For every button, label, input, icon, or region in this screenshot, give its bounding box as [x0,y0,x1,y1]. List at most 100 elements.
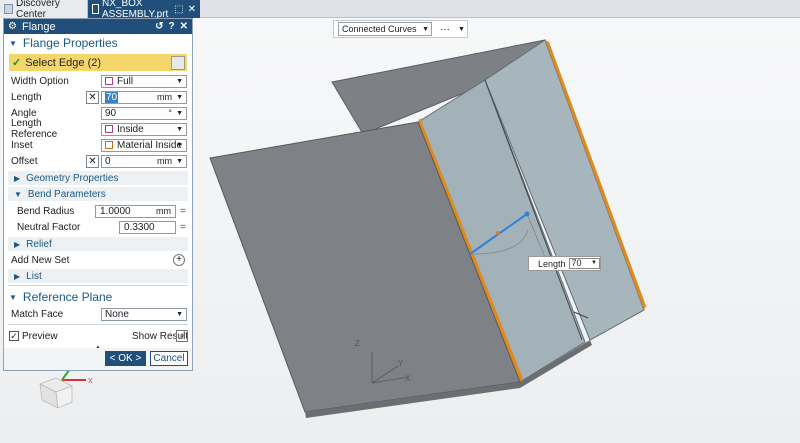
chevron-down-icon: ▼ [176,310,183,318]
inset-select[interactable]: Material Inside ▼ [101,138,187,152]
tab-label: NX_BOX ASSEMBLY.prt [102,0,169,20]
bend-radius-row: Bend Radius 1.0000 mm = [4,203,192,219]
preview-label: Preview [22,330,58,342]
part-file-icon [92,4,99,14]
tab-nx-box-assembly[interactable]: NX_BOX ASSEMBLY.prt ⬚ ✕ [88,0,200,20]
length-onscreen-input[interactable]: Length 70 ▼ [528,256,601,271]
length-reference-select[interactable]: Inside ▼ [101,122,187,136]
section-title: Geometry Properties [26,172,119,184]
angle-input[interactable]: 90 ° ▼ [101,106,187,120]
neutral-factor-value: 0.3300 [124,221,155,233]
handle-origin-point [496,231,500,235]
close-tab-icon[interactable]: ✕ [188,4,196,15]
home-icon [4,4,13,14]
triad-x-label: X [405,374,411,383]
offset-unit: mm [157,156,172,166]
gear-icon[interactable]: ⚙ [8,21,17,32]
section-title: Flange Properties [22,36,118,50]
length-onscreen-label: Length [538,258,566,269]
preview-checkbox[interactable]: ✓ [9,331,19,341]
bend-radius-unit: mm [156,205,171,216]
neutral-factor-input[interactable]: 0.3300 [119,220,176,234]
chevron-down-icon: ▼ [422,25,429,33]
select-edge-label: Select Edge (2) [25,56,102,69]
collapse-icon: ▼ [14,189,22,199]
relief-header[interactable]: ▶ Relief [8,237,188,251]
link-equals-icon[interactable]: = [180,222,186,233]
reset-icon[interactable]: ↺ [155,21,163,32]
length-row: Length ✕ 70 mm ▼ [4,89,192,105]
length-value: 70 [105,91,119,103]
angle-unit: ° [168,108,172,118]
divider [8,285,188,286]
chevron-down-icon[interactable]: ▼ [591,259,597,268]
bend-radius-value: 1.0000 [100,205,131,217]
formula-icon[interactable]: ✕ [86,154,99,168]
width-option-value: Full [117,75,134,87]
collapse-icon: ▼ [9,292,17,302]
match-face-select[interactable]: None ▼ [101,307,187,321]
width-option-icon [105,77,113,85]
inset-value: Material Inside [117,139,183,151]
toolbar-dropdown-icon[interactable]: ▼ [458,26,465,33]
chevron-down-icon[interactable]: ▼ [176,158,183,165]
divider [8,324,188,325]
match-face-value: None [105,308,129,320]
float-tab-icon[interactable]: ⬚ [174,4,183,15]
collapse-icon: ▼ [9,38,17,48]
ok-button[interactable]: < OK > [105,351,146,366]
list-header[interactable]: ▶ List [8,269,188,283]
geometry-properties-header[interactable]: ▶ Geometry Properties [8,171,188,185]
reference-plane-header[interactable]: ▼ Reference Plane [4,288,192,306]
material-inside-icon [105,141,113,149]
match-face-label: Match Face [11,308,64,320]
more-options-button[interactable]: ··· [440,24,450,35]
cube-icon[interactable] [171,55,185,70]
offset-input[interactable]: 0 mm ▼ [101,154,187,168]
width-option-select[interactable]: Full ▼ [101,74,187,88]
close-icon[interactable]: ✕ [180,21,188,32]
length-input[interactable]: 70 mm ▼ [101,90,187,104]
match-face-row: Match Face None ▼ [4,306,192,322]
select-edge-step[interactable]: ✓ Select Edge (2) [9,54,187,71]
view-orientation-triad[interactable]: X [39,365,93,409]
bend-parameters-header[interactable]: ▼ Bend Parameters [8,187,188,201]
inside-icon [105,125,113,133]
show-result-icon[interactable]: ⌕ [176,330,188,342]
selection-intent-select[interactable]: Connected Curves ▼ [338,22,432,36]
length-unit: mm [157,92,172,102]
flange-dialog: ⚙ Flange ↺ ? ✕ ▼ Flange Properties ✓ Sel… [3,18,193,371]
chevron-down-icon: ▼ [176,125,183,133]
inset-row: Inset Material Inside ▼ [4,137,192,153]
triad-z-label: Z [355,339,360,348]
section-title: Bend Parameters [27,188,106,200]
preview-row: ✓ Preview Show Result ⌕ [4,327,192,345]
chevron-down-icon: ▼ [176,77,183,85]
chevron-down-icon[interactable]: ▼ [176,94,183,101]
length-onscreen-value[interactable]: 70 ▼ [568,258,600,269]
flange-properties-header[interactable]: ▼ Flange Properties [4,34,192,52]
cancel-button[interactable]: Cancel [150,351,188,366]
length-reference-row: Length Reference Inside ▼ [4,118,192,140]
inset-label: Inset [11,139,33,151]
bend-radius-input[interactable]: 1.0000 mm [95,204,176,218]
tab-label: Discovery Center [15,0,60,20]
link-equals-icon[interactable]: = [180,206,186,217]
offset-value: 0 [105,155,111,167]
neutral-factor-row: Neutral Factor 0.3300 = [4,219,192,235]
plus-icon[interactable]: + [173,254,185,266]
add-new-set-row: Add New Set + [4,253,192,267]
add-new-set-label: Add New Set [11,254,70,266]
dialog-title-bar[interactable]: ⚙ Flange ↺ ? ✕ [4,19,192,34]
dialog-title: Flange [21,20,56,33]
view-triad-x-label: X [88,378,93,385]
section-title: Relief [26,238,52,250]
help-icon[interactable]: ? [169,21,175,32]
length-reference-value: Inside [117,123,144,135]
selection-intent-value: Connected Curves [342,24,417,34]
tab-discovery-center[interactable]: Discovery Center [0,0,88,20]
section-title: Reference Plane [22,290,113,304]
chevron-down-icon[interactable]: ▼ [176,110,183,117]
formula-icon[interactable]: ✕ [86,90,99,104]
width-option-row: Width Option Full ▼ [4,73,192,89]
